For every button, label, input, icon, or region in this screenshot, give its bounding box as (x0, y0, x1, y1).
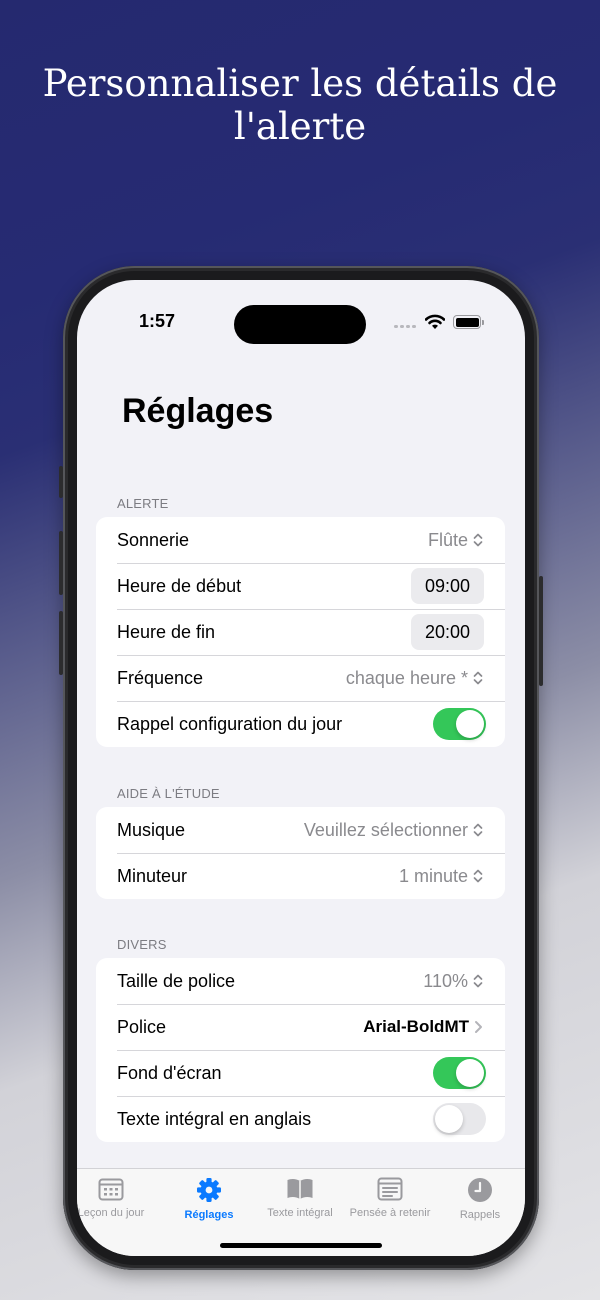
tab-texte-integral[interactable]: Texte intégral (252, 1177, 348, 1219)
sonnerie-picker[interactable]: Flûte (428, 530, 483, 551)
frequence-label: Fréquence (117, 667, 204, 688)
taille-police-value: 110% (423, 970, 468, 991)
battery-icon (453, 315, 481, 329)
police-link[interactable]: Arial-BoldMT (363, 1017, 483, 1037)
musique-label: Musique (117, 819, 186, 840)
toggle-knob (456, 710, 484, 738)
book-icon (287, 1178, 313, 1199)
row-frequence[interactable]: Fréquence chaque heure * (96, 655, 505, 701)
dynamic-island (234, 305, 366, 344)
tab-label: Leçon du jour (77, 1207, 145, 1219)
home-indicator[interactable] (220, 1243, 382, 1248)
phone-screen: 1:57 Réglages ALERTE Sonnerie Flûte Heur… (77, 280, 525, 1256)
rappel-toggle[interactable] (433, 708, 486, 740)
chevron-up-down-icon (473, 823, 483, 837)
chevron-up-down-icon (473, 671, 483, 685)
heure-fin-picker[interactable]: 20:00 (411, 614, 484, 650)
row-police[interactable]: Police Arial-BoldMT (96, 1004, 505, 1050)
row-heure-fin: Heure de fin 20:00 (96, 609, 505, 655)
police-label: Police (117, 1016, 167, 1037)
tab-lecon-du-jour[interactable]: Leçon du jour (77, 1177, 159, 1219)
section-header-alerte: ALERTE (117, 496, 169, 511)
row-minuteur[interactable]: Minuteur 1 minute (96, 853, 505, 899)
tab-reglages[interactable]: Réglages (161, 1177, 257, 1221)
toggle-knob (456, 1059, 484, 1087)
battery-cap (482, 320, 484, 325)
group-aide-etude: Musique Veuillez sélectionner Minuteur 1… (96, 807, 505, 899)
power-button (539, 576, 543, 686)
wifi-icon (425, 314, 445, 329)
sonnerie-label: Sonnerie (117, 529, 190, 550)
row-heure-debut: Heure de début 09:00 (96, 563, 505, 609)
minuteur-picker[interactable]: 1 minute (399, 866, 483, 887)
frequence-value: chaque heure * (345, 667, 468, 688)
taille-police-picker[interactable]: 110% (423, 971, 483, 992)
volume-up-button (59, 531, 63, 595)
texte-anglais-toggle[interactable] (433, 1103, 486, 1135)
tab-label: Réglages (184, 1209, 234, 1221)
tab-label: Pensée à retenir (349, 1207, 431, 1219)
heure-debut-label: Heure de début (117, 575, 242, 596)
row-musique[interactable]: Musique Veuillez sélectionner (96, 807, 505, 853)
row-fond-ecran: Fond d'écran (96, 1050, 505, 1096)
row-taille-police[interactable]: Taille de police 110% (96, 958, 505, 1004)
silent-switch (59, 466, 63, 498)
police-value: Arial-BoldMT (363, 1017, 469, 1036)
chevron-up-down-icon (473, 974, 483, 988)
fond-ecran-label: Fond d'écran (117, 1062, 222, 1083)
section-header-aide: AIDE À L'ÉTUDE (117, 786, 220, 801)
minuteur-value: 1 minute (398, 865, 468, 886)
heure-debut-picker[interactable]: 09:00 (411, 568, 484, 604)
chevron-right-icon (475, 1021, 482, 1033)
section-header-divers: DIVERS (117, 937, 167, 952)
tab-label: Texte intégral (267, 1207, 333, 1219)
tab-rappels[interactable]: Rappels (432, 1177, 525, 1221)
chevron-up-down-icon (473, 869, 483, 883)
tab-label: Rappels (459, 1209, 501, 1221)
toggle-knob (435, 1105, 463, 1133)
texte-anglais-label: Texte intégral en anglais (117, 1108, 312, 1129)
group-alerte: Sonnerie Flûte Heure de début 09:00 Heur… (96, 517, 505, 747)
marketing-headline: Personnaliser les détails de l'alerte (42, 62, 558, 148)
note-icon (377, 1177, 403, 1201)
frequence-picker[interactable]: chaque heure * (346, 668, 483, 689)
gear-icon (197, 1178, 221, 1202)
page-title: Réglages (122, 392, 274, 430)
phone-frame: 1:57 Réglages ALERTE Sonnerie Flûte Heur… (59, 266, 543, 1270)
taille-police-label: Taille de police (117, 970, 236, 991)
clock-icon (468, 1178, 492, 1202)
row-rappel-configuration: Rappel configuration du jour (96, 701, 505, 747)
musique-value: Veuillez sélectionner (303, 819, 468, 840)
minuteur-label: Minuteur (117, 865, 188, 886)
status-time: 1:57 (139, 311, 176, 331)
row-sonnerie[interactable]: Sonnerie Flûte (96, 517, 505, 563)
sonnerie-value: Flûte (427, 529, 468, 550)
heure-fin-label: Heure de fin (117, 621, 216, 642)
calendar-icon (98, 1178, 124, 1201)
volume-down-button (59, 611, 63, 675)
rappel-label: Rappel configuration du jour (117, 713, 343, 734)
chevron-up-down-icon (473, 533, 483, 547)
fond-ecran-toggle[interactable] (433, 1057, 486, 1089)
musique-picker[interactable]: Veuillez sélectionner (304, 820, 483, 841)
group-divers: Taille de police 110% Police Arial-BoldM… (96, 958, 505, 1142)
cellular-signal-icon (394, 325, 416, 328)
row-texte-anglais: Texte intégral en anglais (96, 1096, 505, 1142)
tab-pensee-a-retenir[interactable]: Pensée à retenir (342, 1177, 438, 1219)
